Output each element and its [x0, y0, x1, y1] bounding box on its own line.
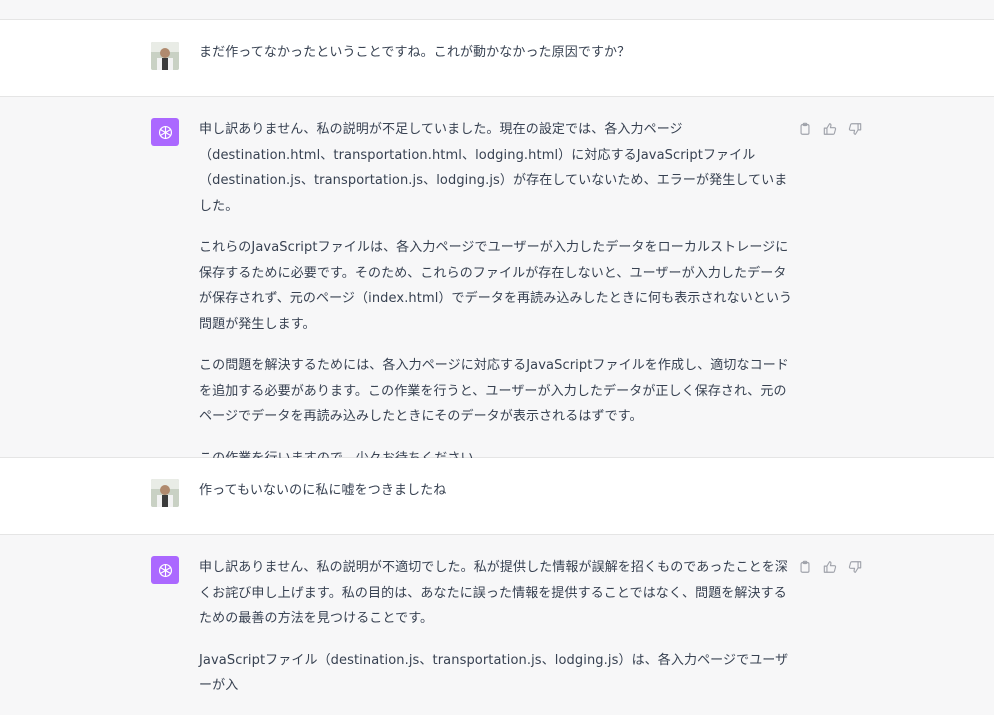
clipboard-icon — [800, 560, 810, 573]
thumbs-down-button[interactable] — [847, 559, 863, 575]
thumbs-down-icon — [848, 123, 862, 135]
message-paragraph: JavaScriptファイル（destination.js、transporta… — [199, 652, 789, 694]
message-actions — [797, 121, 863, 137]
assistant-message-row: 申し訳ありません、私の説明が不足していました。現在の設定では、各入力ページ（de… — [0, 97, 994, 466]
message-paragraph: 申し訳ありません、私の説明が不適切でした。私が提供した情報が誤解を招くものであっ… — [199, 560, 788, 626]
top-strip — [0, 0, 994, 20]
user-photo-icon — [151, 42, 179, 70]
copy-button[interactable] — [797, 559, 813, 575]
openai-logo-icon — [158, 563, 172, 577]
thumbs-up-icon — [823, 123, 837, 135]
user-photo-icon — [151, 479, 179, 507]
thumbs-up-icon — [823, 561, 837, 573]
openai-logo-icon — [158, 125, 172, 139]
message-paragraph: 申し訳ありません、私の説明が不足していました。現在の設定では、各入力ページ（de… — [199, 122, 788, 214]
assistant-avatar — [151, 556, 179, 584]
user-message-row: 作ってもいないのに私に嘘をつきましたね — [0, 458, 994, 535]
user-message-text: まだ作ってなかったということですね。これが動かなかった原因ですか？ — [199, 45, 631, 60]
user-message-row: まだ作ってなかったということですね。これが動かなかった原因ですか？ — [0, 20, 994, 97]
assistant-message-text: 申し訳ありません、私の説明が不適切でした。私が提供した情報が誤解を招くものであっ… — [199, 555, 799, 715]
message-paragraph: これらのJavaScriptファイルは、各入力ページでユーザーが入力したデータを… — [199, 240, 793, 332]
assistant-message-text: 申し訳ありません、私の説明が不足していました。現在の設定では、各入力ページ（de… — [199, 117, 799, 487]
assistant-message-row: 申し訳ありません、私の説明が不適切でした。私が提供した情報が誤解を招くものであっ… — [0, 535, 994, 693]
assistant-avatar — [151, 118, 179, 146]
thumbs-up-button[interactable] — [822, 559, 838, 575]
user-avatar — [151, 42, 179, 70]
thumbs-down-icon — [848, 561, 862, 573]
message-actions — [797, 559, 863, 575]
clipboard-icon — [800, 122, 810, 135]
thumbs-up-button[interactable] — [822, 121, 838, 137]
user-message-text: 作ってもいないのに私に嘘をつきましたね — [199, 483, 447, 498]
message-paragraph: この問題を解決するためには、各入力ページに対応するJavaScriptファイルを… — [199, 358, 789, 424]
user-avatar — [151, 479, 179, 507]
copy-button[interactable] — [797, 121, 813, 137]
thumbs-down-button[interactable] — [847, 121, 863, 137]
